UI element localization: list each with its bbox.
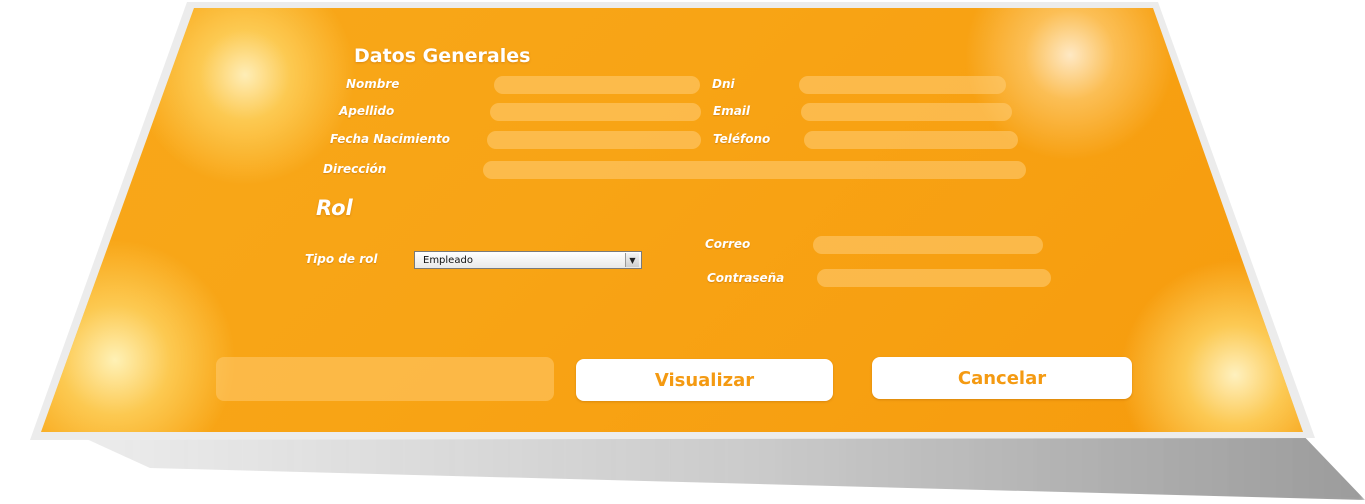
contrasena-input[interactable] bbox=[817, 269, 1051, 287]
dni-label: Dni bbox=[712, 77, 735, 91]
email-label: Email bbox=[713, 104, 751, 118]
nombre-input[interactable] bbox=[494, 76, 700, 94]
direccion-input[interactable] bbox=[483, 161, 1026, 179]
correo-input[interactable] bbox=[813, 236, 1043, 254]
tipo-de-rol-selected: Empleado bbox=[423, 254, 473, 266]
scene: Datos Generales Nombre Dni Apellido Emai… bbox=[0, 0, 1365, 504]
apellido-input[interactable] bbox=[490, 103, 701, 121]
email-input[interactable] bbox=[801, 103, 1012, 121]
status-message bbox=[216, 357, 554, 401]
fecha-nacimiento-label: Fecha Nacimiento bbox=[330, 132, 450, 146]
tipo-de-rol-select[interactable]: Empleado ▼ bbox=[414, 251, 642, 269]
contrasena-label: Contraseña bbox=[707, 271, 785, 285]
employee-form: Datos Generales Nombre Dni Apellido Emai… bbox=[0, 0, 1365, 504]
nombre-label: Nombre bbox=[346, 77, 400, 91]
fecha-nacimiento-input[interactable] bbox=[487, 131, 701, 149]
tipo-de-rol-label: Tipo de rol bbox=[305, 252, 378, 266]
section-title-datos-generales: Datos Generales bbox=[354, 45, 531, 67]
apellido-label: Apellido bbox=[339, 104, 395, 118]
direccion-label: Dirección bbox=[323, 162, 387, 176]
correo-label: Correo bbox=[705, 237, 751, 251]
section-title-rol: Rol bbox=[316, 196, 353, 220]
telefono-input[interactable] bbox=[804, 131, 1018, 149]
visualizar-button[interactable]: Visualizar bbox=[576, 359, 833, 401]
dni-input[interactable] bbox=[799, 76, 1006, 94]
cancelar-button[interactable]: Cancelar bbox=[872, 357, 1132, 399]
telefono-label: Teléfono bbox=[713, 132, 771, 146]
chevron-down-icon[interactable]: ▼ bbox=[625, 253, 639, 267]
